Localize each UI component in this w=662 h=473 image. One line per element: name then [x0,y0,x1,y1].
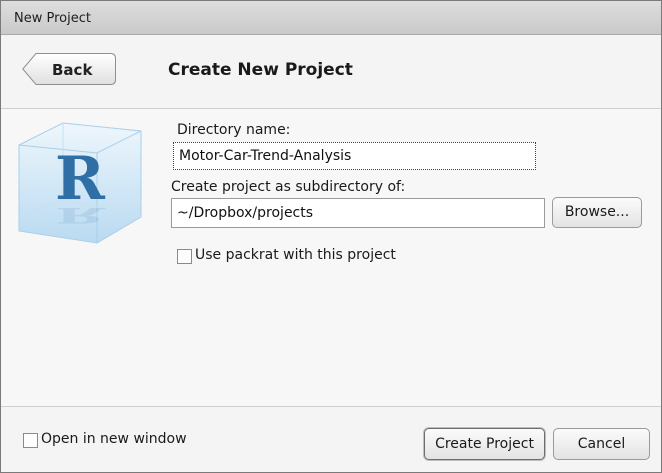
directory-name-input[interactable] [173,142,536,170]
packrat-checkbox[interactable] [177,249,192,264]
create-project-button[interactable]: Create Project [424,428,545,460]
r-cube-icon: R R [18,122,142,244]
open-new-window-label: Open in new window [41,431,187,447]
back-button-label: Back [52,61,93,79]
new-project-dialog: New Project Back Create New Project R R … [0,0,662,473]
svg-text:R: R [55,203,106,228]
page-title: Create New Project [168,60,353,80]
browse-button[interactable]: Browse... [552,197,642,228]
subdirectory-input[interactable] [171,198,545,228]
r-project-logo: R R [17,121,143,253]
dialog-footer: Open in new window Create Project Cancel [1,406,661,472]
dialog-content: R R Directory name: Create project as su… [1,109,661,406]
packrat-label: Use packrat with this project [195,247,396,263]
open-new-window-checkbox[interactable] [23,433,38,448]
back-button[interactable]: Back [22,53,116,85]
dialog-header: Back Create New Project [1,35,661,109]
title-bar: New Project [1,1,661,35]
cancel-button[interactable]: Cancel [553,428,650,460]
subdirectory-label: Create project as subdirectory of: [171,179,406,195]
directory-name-label: Directory name: [177,122,291,138]
window-title: New Project [14,11,91,26]
